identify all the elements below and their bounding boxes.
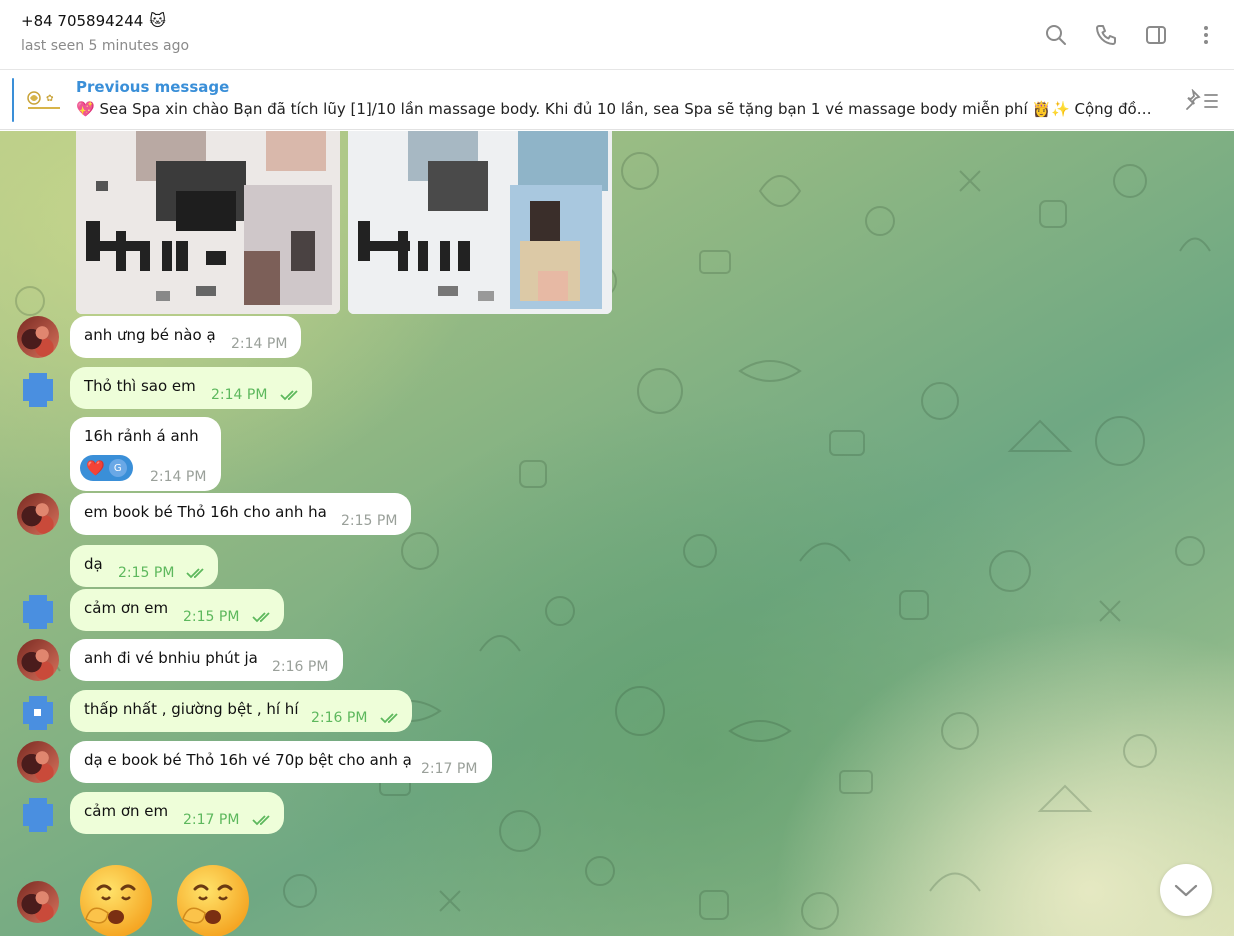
- avatar[interactable]: [17, 639, 59, 681]
- message-bubble[interactable]: cảm ơn em 2:15 PM: [70, 589, 284, 631]
- message-bubble[interactable]: 16h rảnh á anh ❤️ G 2:14 PM: [70, 417, 221, 491]
- message-time: 2:16 PM: [272, 659, 329, 675]
- read-ticks-icon: [252, 815, 270, 826]
- message-time: 2:14 PM: [150, 469, 207, 485]
- message-text: em book bé Thỏ 16h cho anh ha: [84, 503, 327, 521]
- avatar[interactable]: [17, 591, 59, 633]
- message-time: 2:15 PM: [341, 513, 398, 529]
- sea-spa-logo-icon: ✿: [22, 84, 66, 116]
- avatar[interactable]: [17, 881, 59, 923]
- message-bubble[interactable]: anh đi vé bnhiu phút ja 2:16 PM: [70, 639, 343, 681]
- pinned-title: Previous message: [76, 78, 230, 96]
- chat-messages-area[interactable]: anh ưng bé nào ạ 2:14 PM Thỏ thì sao em …: [0, 131, 1234, 936]
- message-time: 2:14 PM: [231, 336, 288, 352]
- message-text: Thỏ thì sao em: [84, 377, 196, 395]
- message-text: anh đi vé bnhiu phút ja: [84, 649, 258, 667]
- more-vertical-icon: [1204, 26, 1208, 44]
- phone-icon: [1096, 25, 1116, 45]
- read-ticks-icon: [186, 568, 204, 579]
- read-ticks-icon: [280, 390, 298, 401]
- sidebar-toggle-icon: [1146, 26, 1166, 44]
- media-photo[interactable]: [76, 131, 340, 314]
- heart-icon: ❤️: [86, 459, 105, 477]
- reaction-avatar: G: [108, 459, 127, 477]
- media-photo[interactable]: [348, 131, 612, 314]
- message-time: 2:15 PM: [118, 565, 175, 581]
- message-bubble[interactable]: dạ e book bé Thỏ 16h vé 70p bệt cho anh …: [70, 741, 492, 783]
- message-text: anh ưng bé nào ạ: [84, 326, 216, 344]
- call-button[interactable]: [1092, 20, 1120, 50]
- message-text: dạ e book bé Thỏ 16h vé 70p bệt cho anh …: [84, 751, 412, 769]
- contact-name-text: +84 705894244: [21, 12, 144, 30]
- contact-emoji-icon: 🐱: [149, 11, 167, 30]
- contact-status: last seen 5 minutes ago: [21, 38, 190, 54]
- pinned-indicator: [12, 78, 14, 122]
- message-text: thấp nhất , giường bệt , hí hí: [84, 700, 299, 718]
- message-text: 16h rảnh á anh: [84, 427, 199, 445]
- header-actions: [1042, 20, 1220, 50]
- pinned-list-button[interactable]: [1184, 86, 1220, 114]
- avatar[interactable]: [17, 493, 59, 535]
- message-text: cảm ơn em: [84, 802, 169, 820]
- message-bubble[interactable]: dạ 2:15 PM: [70, 545, 218, 587]
- sidebar-toggle-button[interactable]: [1142, 20, 1170, 50]
- message-bubble[interactable]: Thỏ thì sao em 2:14 PM: [70, 367, 312, 409]
- chat-header: +84 705894244 🐱 last seen 5 minutes ago: [0, 0, 1234, 70]
- pin-list-icon: [1186, 89, 1218, 110]
- message-bubble[interactable]: thấp nhất , giường bệt , hí hí 2:16 PM: [70, 690, 412, 732]
- message-time: 2:17 PM: [183, 812, 240, 828]
- message-time: 2:16 PM: [311, 710, 368, 726]
- avatar[interactable]: [17, 369, 59, 411]
- message-bubble[interactable]: anh ưng bé nào ạ 2:14 PM: [70, 316, 301, 358]
- yawning-face-sticker-icon[interactable]: [76, 859, 156, 936]
- message-time: 2:17 PM: [421, 761, 478, 777]
- search-button[interactable]: [1042, 20, 1070, 50]
- message-bubble[interactable]: cảm ơn em 2:17 PM: [70, 792, 284, 834]
- svg-text:✿: ✿: [46, 94, 54, 104]
- pinned-message-bar[interactable]: ✿ Previous message 💖 Sea Spa xin chào Bạ…: [0, 70, 1234, 130]
- search-icon: [1046, 25, 1066, 45]
- message-bubble[interactable]: em book bé Thỏ 16h cho anh ha 2:15 PM: [70, 493, 411, 535]
- yawning-face-sticker-icon[interactable]: [173, 859, 253, 936]
- pinned-text: 💖 Sea Spa xin chào Bạn đã tích lũy [1]/1…: [76, 100, 1160, 118]
- message-text: cảm ơn em: [84, 599, 169, 617]
- avatar[interactable]: [17, 794, 59, 836]
- contact-name[interactable]: +84 705894244 🐱: [21, 12, 166, 30]
- message-time: 2:14 PM: [211, 387, 268, 403]
- scroll-to-bottom-button[interactable]: [1160, 864, 1212, 916]
- more-button[interactable]: [1192, 20, 1220, 50]
- message-text: dạ: [84, 555, 103, 573]
- message-time: 2:15 PM: [183, 609, 240, 625]
- avatar[interactable]: [17, 741, 59, 783]
- avatar[interactable]: [17, 692, 59, 734]
- avatar[interactable]: [17, 316, 59, 358]
- read-ticks-icon: [380, 713, 398, 724]
- reaction-chip[interactable]: ❤️ G: [80, 455, 133, 481]
- read-ticks-icon: [252, 612, 270, 623]
- chevron-down-icon: [1174, 884, 1198, 897]
